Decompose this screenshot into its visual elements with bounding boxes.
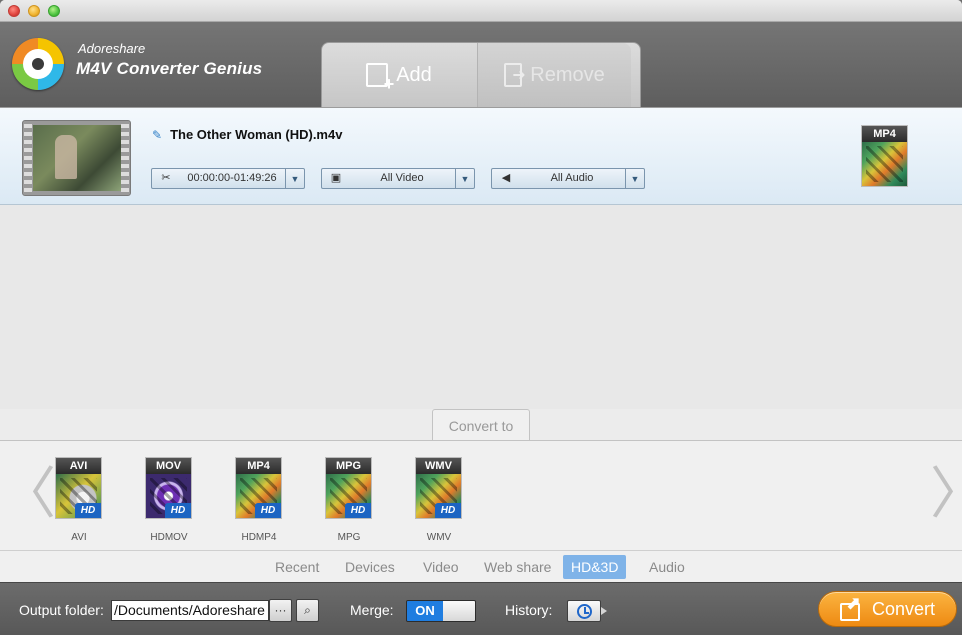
hd-badge: HD — [75, 503, 101, 518]
file-name[interactable]: ✎ The Other Woman (HD).m4v — [152, 127, 342, 142]
format-hdmp4[interactable]: MP4 HD HDMP4 — [224, 457, 294, 549]
minimize-window-button[interactable] — [28, 5, 40, 17]
brand-company: Adoreshare — [78, 41, 146, 56]
video-thumbnail — [22, 120, 131, 196]
zoom-window-button[interactable] — [48, 5, 60, 17]
open-folder-button[interactable]: ⌕ — [296, 599, 319, 622]
format-wmv[interactable]: WMV HD WMV — [404, 457, 474, 549]
format-icon: MPG HD — [325, 457, 372, 519]
film-icon — [862, 142, 907, 186]
format-avi[interactable]: AVI HD AVI — [44, 457, 114, 549]
audio-track-value: All Audio — [550, 172, 594, 184]
tab-devices[interactable]: Devices — [337, 555, 403, 579]
file-actions: Add Remove — [321, 42, 641, 107]
pencil-icon[interactable]: ✎ — [152, 128, 162, 142]
category-tabs: Recent Devices Video Web share HD&3D Aud… — [0, 550, 962, 582]
hd-badge: HD — [255, 503, 281, 518]
merge-label: Merge: — [350, 602, 394, 618]
format-hdmov[interactable]: MOV HD HDMOV — [134, 457, 204, 549]
format-badge: WMV — [416, 458, 461, 474]
format-caption: HDMOV — [150, 532, 188, 543]
format-panel: 〈 AVI HD AVI MOV HD HDMOV MP4 HD HDMP4 M… — [0, 440, 962, 550]
chevron-down-icon[interactable]: ▼ — [455, 169, 474, 188]
tab-web-share[interactable]: Web share — [476, 555, 559, 579]
close-window-button[interactable] — [8, 5, 20, 17]
speaker-icon: ◀ — [501, 172, 511, 184]
chevron-down-icon[interactable]: ▼ — [625, 169, 644, 188]
add-button[interactable]: Add — [322, 43, 476, 107]
file-row[interactable]: ✎ The Other Woman (HD).m4v ✂ 00:00:00-01… — [0, 108, 962, 205]
format-badge: MPG — [326, 458, 371, 474]
remove-button[interactable]: Remove — [477, 43, 631, 107]
scissors-icon: ✂ — [161, 172, 171, 184]
browse-folder-button[interactable]: ··· — [269, 599, 292, 622]
format-caption: AVI — [71, 532, 87, 543]
add-button-label: Add — [396, 63, 432, 86]
tab-recent[interactable]: Recent — [267, 555, 327, 579]
toggle-knob — [443, 601, 475, 621]
hd-badge: HD — [165, 503, 191, 518]
hd-badge: HD — [435, 503, 461, 518]
search-icon: ⌕ — [304, 603, 311, 617]
format-caption: WMV — [426, 532, 452, 543]
film-strip-icon — [24, 124, 32, 192]
format-mpg[interactable]: MPG HD MPG — [314, 457, 384, 549]
format-badge: MOV — [146, 458, 191, 474]
file-list: ✎ The Other Woman (HD).m4v ✂ 00:00:00-01… — [0, 107, 962, 409]
clock-icon — [577, 604, 592, 619]
format-icon: AVI HD — [55, 457, 102, 519]
app-logo-icon — [12, 38, 64, 90]
format-caption: HDMP4 — [241, 532, 277, 543]
film-strip-icon — [121, 124, 129, 192]
app-window: Adoreshare M4V Converter Genius Add Remo… — [0, 0, 962, 635]
history-label: History: — [505, 602, 553, 618]
output-folder-label: Output folder: — [19, 602, 104, 618]
chevron-down-icon[interactable]: ▼ — [285, 169, 304, 188]
video-track-value: All Video — [380, 172, 424, 184]
convert-to-tab[interactable]: Convert to — [432, 409, 530, 441]
app-header: Adoreshare M4V Converter Genius Add Remo… — [0, 22, 962, 107]
video-track-dropdown[interactable]: ▣ All Video ▼ — [321, 168, 475, 189]
convert-icon — [839, 593, 862, 621]
brand-product: M4V Converter Genius — [76, 59, 263, 78]
hd-badge: HD — [345, 503, 371, 518]
history-button[interactable] — [567, 600, 607, 622]
format-icon: MOV HD — [145, 457, 192, 519]
format-badge: AVI — [56, 458, 101, 474]
time-range-value: 00:00:00-01:49:26 — [187, 172, 277, 184]
remove-button-label: Remove — [530, 63, 605, 86]
output-format-badge: MP4 — [862, 126, 907, 142]
convert-button[interactable]: Convert — [818, 591, 957, 627]
title-bar — [0, 0, 962, 22]
format-caption: MPG — [337, 532, 361, 543]
format-badge: MP4 — [236, 458, 281, 474]
bottom-bar: Output folder: /Documents/Adoreshare ···… — [0, 582, 962, 635]
add-file-icon — [366, 63, 394, 95]
tab-audio[interactable]: Audio — [641, 555, 693, 579]
trim-dropdown[interactable]: ✂ 00:00:00-01:49:26 ▼ — [151, 168, 305, 189]
format-icon: WMV HD — [415, 457, 462, 519]
convert-button-label: Convert — [871, 598, 936, 619]
video-icon: ▣ — [330, 172, 342, 184]
video-frame — [33, 125, 122, 191]
output-folder-field[interactable]: /Documents/Adoreshare — [111, 600, 269, 621]
remove-file-icon — [504, 63, 526, 87]
tab-video[interactable]: Video — [415, 555, 467, 579]
chevron-right-icon[interactable]: 〉 — [930, 459, 962, 529]
merge-state: ON — [407, 601, 443, 621]
audio-track-dropdown[interactable]: ◀ All Audio ▼ — [491, 168, 645, 189]
tab-hd-3d[interactable]: HD&3D — [563, 555, 627, 579]
merge-toggle[interactable]: ON — [406, 600, 476, 622]
file-name-label: The Other Woman (HD).m4v — [170, 127, 343, 142]
output-format-button[interactable]: MP4 — [861, 125, 908, 187]
format-icon: MP4 HD — [235, 457, 282, 519]
